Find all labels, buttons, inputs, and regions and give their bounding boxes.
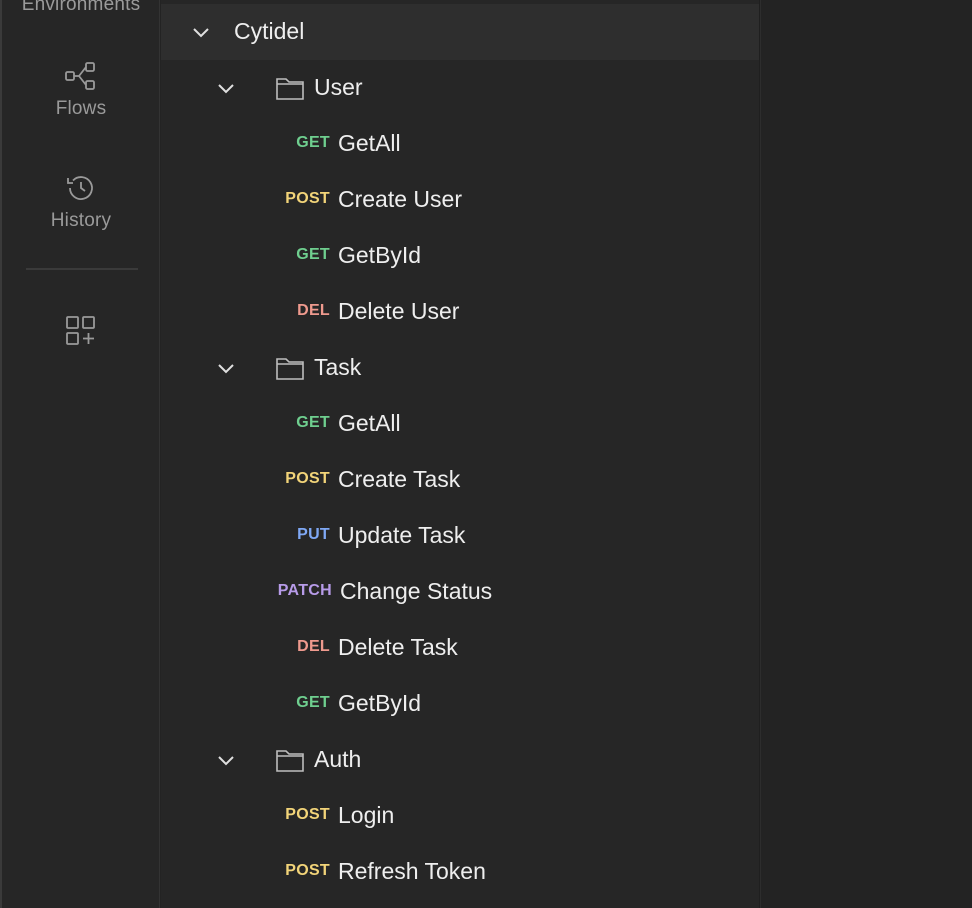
method-badge: GET	[296, 134, 330, 151]
request-name: Create Task	[338, 466, 461, 492]
sidebar-item-label: Environments	[21, 0, 141, 15]
request-row[interactable]: PUT Update Task	[161, 508, 759, 564]
request-row[interactable]: GET GetAll	[161, 396, 759, 452]
request-row[interactable]: POST Create Task	[161, 452, 759, 508]
method-badge: POST	[285, 806, 330, 823]
method-badge: PUT	[297, 526, 330, 543]
method-badge: DEL	[297, 638, 330, 655]
request-row[interactable]: POST Create User	[161, 172, 759, 228]
editor-pane	[760, 0, 972, 908]
folder-name: User	[314, 74, 363, 100]
history-icon	[67, 176, 93, 200]
request-row[interactable]: DEL Delete User	[161, 284, 759, 340]
chevron-down-icon[interactable]	[216, 358, 236, 378]
add-widget-icon	[66, 316, 95, 345]
request-name: Delete Task	[338, 634, 458, 660]
request-name: GetAll	[338, 130, 401, 156]
request-name: GetById	[338, 690, 422, 716]
method-badge: GET	[296, 246, 330, 263]
sidebar-add-button[interactable]	[2, 314, 160, 348]
method-badge: GET	[296, 694, 330, 711]
request-name: Login	[338, 802, 395, 828]
request-name: Update Task	[338, 522, 466, 548]
folder-name: Task	[314, 354, 362, 380]
folder-name: Auth	[314, 746, 362, 772]
sidebar-item-label: Flows	[55, 98, 107, 119]
method-badge: POST	[285, 190, 330, 207]
request-name: Delete User	[338, 298, 460, 324]
method-badge: POST	[285, 470, 330, 487]
request-name: Change Status	[340, 578, 493, 604]
folder-row[interactable]: User	[161, 60, 759, 116]
chevron-down-icon[interactable]	[216, 750, 236, 770]
method-badge: POST	[285, 862, 330, 879]
request-row[interactable]: POST Refresh Token	[161, 844, 759, 900]
collection-row[interactable]: Cytidel	[161, 4, 759, 60]
folder-row[interactable]: Task	[161, 340, 759, 396]
request-row[interactable]: PATCH Change Status	[161, 564, 759, 620]
chevron-down-icon[interactable]	[216, 78, 236, 98]
sidebar-item-label: History	[50, 210, 112, 231]
sidebar-item-history[interactable]: History	[2, 172, 160, 232]
folder-icon	[276, 78, 304, 100]
flows-icon	[65, 62, 95, 90]
request-row[interactable]: GET GetAll	[161, 116, 759, 172]
folder-row[interactable]: Auth	[161, 732, 759, 788]
request-row[interactable]: POST Login	[161, 788, 759, 844]
request-name: Create User	[338, 186, 462, 212]
chevron-down-icon[interactable]	[191, 22, 211, 42]
method-badge: DEL	[297, 302, 330, 319]
request-row[interactable]: GET GetById	[161, 676, 759, 732]
collection-tree: Cytidel User GET GetAll POST Create User GET G…	[161, 0, 760, 908]
request-name: GetAll	[338, 410, 401, 436]
request-row[interactable]: DEL Delete Task	[161, 620, 759, 676]
collection-name: Cytidel	[234, 18, 305, 44]
activity-sidebar: Environments Flows History	[0, 0, 160, 908]
folder-icon	[276, 750, 304, 772]
method-badge: GET	[296, 414, 330, 431]
method-badge: PATCH	[277, 582, 332, 599]
request-name: Refresh Token	[338, 858, 486, 884]
request-row[interactable]: GET GetById	[161, 228, 759, 284]
sidebar-item-environments[interactable]: Environments	[2, 0, 160, 16]
folder-icon	[276, 358, 304, 380]
sidebar-divider	[26, 268, 138, 270]
request-name: GetById	[338, 242, 422, 268]
sidebar-item-flows[interactable]: Flows	[2, 60, 160, 120]
